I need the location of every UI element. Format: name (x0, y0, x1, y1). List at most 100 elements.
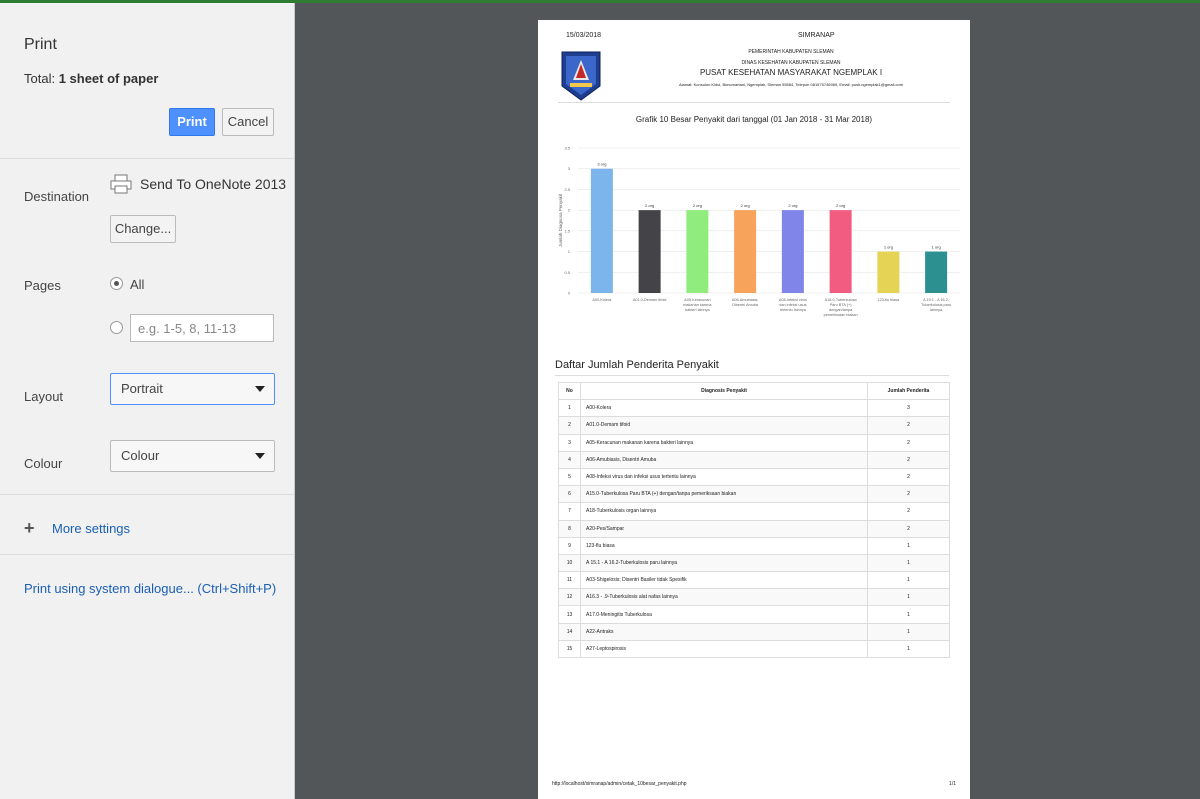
x-tick-label: lainnya (930, 308, 943, 312)
row-count-cell: 1 (867, 605, 950, 624)
table-row: 13 A17.0-Meningitis Tuberkulosa 1 (558, 605, 950, 624)
table-row: 14 A22-Antraks 1 (558, 622, 950, 641)
bar (638, 210, 661, 293)
bar (781, 210, 804, 293)
row-count-cell: 1 (867, 639, 950, 659)
table-row: 5 A08-Infeksi virus dan infeksi usus tert… (558, 467, 950, 487)
x-tick-label: makanan karena (683, 303, 712, 307)
table-row: 2 A01.0-Demam tifoid 2 (558, 416, 950, 435)
pages-custom-radio[interactable] (110, 321, 123, 334)
row-diagnosis-cell: A16.3 - .9-Tuberkulosis alat nafas lainn… (580, 588, 868, 607)
total-sheets: Total: 1 sheet of paper (24, 71, 158, 86)
row-number-cell: 8 (558, 519, 581, 538)
total-label: Total: (24, 71, 59, 86)
row-number-cell: 15 (558, 639, 581, 659)
row-number-cell: 12 (558, 588, 581, 607)
cancel-button[interactable]: Cancel (222, 108, 274, 136)
layout-value: Portrait (121, 381, 163, 396)
pages-all-radio[interactable] (110, 277, 123, 290)
table-row: 11 A03-Shigelosis; Disentri Basiler tidak… (558, 571, 950, 590)
disease-bar-chart: 0 0.5 1 1.5 2 2.5 3 3.5 Jumlah Diagnosa Penyakit… (558, 146, 960, 317)
y-tick-label: 1.5 (564, 228, 570, 233)
header-line-1: PEMERINTAH KABUPATEN SLEMAN (748, 49, 834, 55)
bar (734, 210, 757, 293)
row-count-cell: 2 (867, 467, 950, 487)
table-row: 10 A 15.1 - A 16.2-Tuberkulosis paru lain… (558, 553, 950, 573)
y-tick-label: 2 (568, 208, 571, 213)
colour-select[interactable]: Colour (110, 440, 275, 472)
y-tick-label: 3 (568, 166, 571, 171)
change-destination-button[interactable]: Change... (110, 215, 176, 243)
destination-name: Send To OneNote 2013 (140, 176, 287, 192)
table-row: 9 123-flu biasa 1 (558, 536, 950, 555)
layout-select[interactable]: Portrait (110, 373, 275, 405)
list-title: Daftar Jumlah Penderita Penyakit (555, 359, 719, 371)
row-diagnosis-cell: A27-Leptospirosis (580, 639, 868, 659)
row-count-cell: 2 (867, 502, 950, 521)
x-tick-label: dan infeksi usus (779, 303, 806, 307)
x-tick-label: dengan/tanpa (829, 308, 853, 312)
y-tick-label: 1 (568, 249, 571, 254)
header-line-2: DINAS KESEHATAN KABUPATEN SLEMAN (741, 60, 841, 66)
bar-data-label: 1 org (932, 245, 941, 250)
row-count-cell: 2 (867, 450, 950, 469)
row-number-cell: 4 (558, 450, 581, 469)
colour-value: Colour (121, 448, 160, 463)
row-count-cell: 1 (867, 571, 950, 590)
print-button[interactable]: Print (169, 108, 215, 136)
x-tick-label: 123-flu biasa (878, 298, 901, 302)
bar-data-label: 3 org (597, 162, 606, 167)
bar-data-label: 2 org (741, 203, 750, 208)
row-count-cell: 3 (867, 399, 950, 418)
row-diagnosis-cell: A17.0-Meningitis Tuberkulosa (580, 605, 868, 624)
table-header-row: No Diagnosis Penyakit Jumlah Penderita (558, 381, 950, 401)
total-value: 1 sheet of paper (58, 71, 159, 86)
x-tick-label: bakteri lainnya (685, 308, 710, 312)
y-tick-label: 0.5 (564, 270, 570, 275)
bar (925, 251, 948, 293)
table-row: 15 A27-Leptospirosis 1 (558, 639, 950, 659)
bar-data-label: 2 org (693, 203, 702, 208)
x-tick-label: A 15.1 - A 16.2- (923, 298, 950, 302)
header-divider (558, 102, 950, 103)
table-row: 3 A05-Keracunan makanan karena bakteri la… (558, 433, 950, 452)
x-tick-label: Paru BTA (+) (830, 303, 853, 307)
bar (686, 210, 709, 293)
x-tick-label: Tuberkulosis paru (921, 303, 951, 307)
row-count-cell: 2 (867, 485, 950, 504)
row-number-cell: 1 (558, 399, 581, 418)
bar (590, 168, 613, 293)
row-count-cell: 2 (867, 519, 950, 538)
x-tick-label: Disentri Amuba (732, 303, 759, 307)
row-number-cell: 10 (558, 553, 581, 573)
row-count-cell: 1 (867, 553, 950, 573)
row-number-cell: 7 (558, 502, 581, 521)
chart-title: Grafik 10 Besar Penyakit dari tanggal (0… (635, 115, 873, 124)
row-diagnosis-cell: A06-Amubiasis, Disentri Amuba (580, 450, 868, 469)
bar-data-label: 2 org (836, 203, 845, 208)
row-diagnosis-cell: A03-Shigelosis; Disentri Basiler tidak S… (580, 571, 868, 590)
pages-custom-input[interactable] (130, 314, 274, 342)
divider (0, 554, 294, 555)
chevron-down-icon (255, 453, 265, 459)
footer-page-number: 1/1 (949, 781, 956, 787)
col-count-header: Jumlah Penderita (867, 381, 950, 401)
more-settings-link[interactable]: More settings (52, 521, 130, 536)
row-number-cell: 9 (558, 536, 581, 555)
table-row: 4 A06-Amubiasis, Disentri Amuba 2 (558, 450, 950, 469)
bar-data-label: 1 org (884, 245, 893, 250)
bar-data-label: 2 org (645, 203, 654, 208)
y-tick-label: 2.5 (564, 187, 570, 192)
row-diagnosis-cell: 123-flu biasa (580, 536, 868, 555)
table-row: 1 A00-Kolera 3 (558, 399, 950, 418)
list-divider (555, 375, 949, 376)
system-dialog-link[interactable]: Print using system dialogue... (Ctrl+Shi… (24, 581, 276, 596)
table-row: 6 A15.0-Tuberkulosa Paru BTA (+) dengan/t… (558, 485, 950, 504)
table-row: 7 A18-Tuberkulosis organ lainnya 2 (558, 502, 950, 521)
plus-icon[interactable]: + (24, 519, 35, 537)
header-line-3: PUSAT KESEHATAN MASYARAKAT NGEMPLAK I (699, 68, 883, 77)
row-diagnosis-cell: A15.0-Tuberkulosa Paru BTA (+) dengan/ta… (580, 485, 868, 504)
row-count-cell: 1 (867, 622, 950, 641)
row-diagnosis-cell: A00-Kolera (580, 399, 868, 418)
bar-data-label: 2 org (788, 203, 797, 208)
